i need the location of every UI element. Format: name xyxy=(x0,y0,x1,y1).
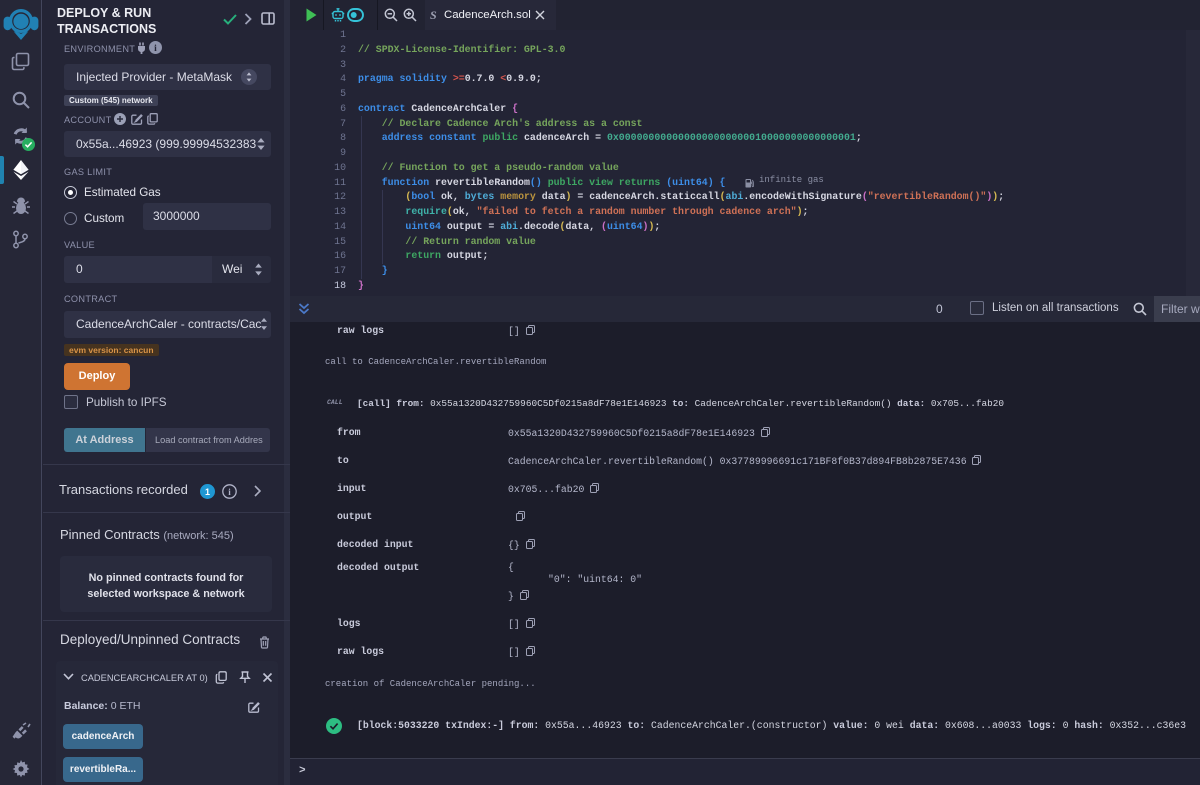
svg-text:i: i xyxy=(228,486,231,496)
svg-text:i: i xyxy=(154,44,157,54)
svg-text:1: 1 xyxy=(205,486,210,496)
